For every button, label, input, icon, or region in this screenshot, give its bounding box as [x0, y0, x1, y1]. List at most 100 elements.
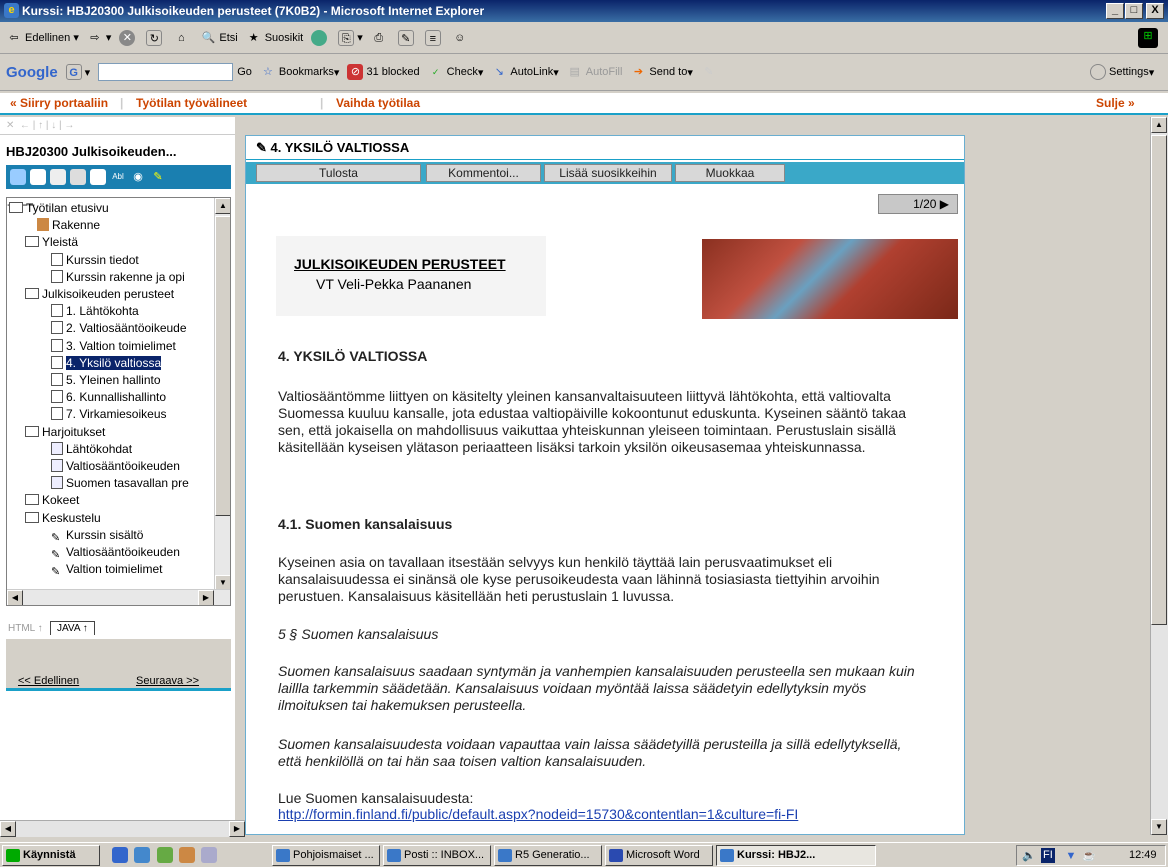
switch-workspace-link[interactable]: Vaihda työtilaa — [336, 93, 420, 113]
citizenship-link[interactable]: http://formin.finland.fi/public/default.… — [278, 806, 928, 823]
tree-item[interactable]: ✎ Valtion toimielimet — [51, 561, 162, 578]
discuss-button[interactable]: ≡ — [424, 29, 444, 46]
minimize-button[interactable]: _ — [1106, 3, 1124, 19]
print-action-button[interactable]: Tulosta — [256, 164, 421, 182]
task-pohjoismaiset[interactable]: Pohjoismaiset ... — [272, 845, 380, 866]
back-button[interactable]: ⇦ Edellinen ▾ — [6, 30, 78, 46]
tree-item[interactable]: ✎ Kurssin sisältö — [51, 527, 143, 544]
page-vertical-scrollbar[interactable]: ▲ ▼ — [1150, 117, 1168, 835]
text-icon[interactable]: Abl — [110, 169, 126, 185]
tree-item[interactable]: Työtilan etusivu — [9, 200, 109, 216]
edit-button[interactable]: ✎ — [397, 29, 417, 46]
language-indicator[interactable]: FI — [1041, 848, 1055, 863]
messenger-quicklaunch-icon[interactable] — [201, 847, 218, 863]
google-menu-button[interactable]: G ▾ — [65, 64, 90, 80]
tab-html[interactable]: HTML ↑ — [8, 623, 43, 634]
scroll-left-button[interactable]: ◀ — [7, 590, 23, 605]
spellcheck-button[interactable]: ✓ Check ▾ — [428, 64, 484, 80]
forward-button[interactable]: ⇨ ▾ — [87, 30, 111, 46]
delete-icon[interactable] — [90, 169, 106, 185]
view-icon[interactable]: ◉ — [130, 169, 146, 185]
maximize-button[interactable]: □ — [1125, 3, 1143, 19]
copy-icon[interactable] — [70, 169, 86, 185]
tab-java[interactable]: JAVA ↑ — [50, 621, 95, 635]
ie-quicklaunch-icon[interactable] — [112, 847, 128, 863]
tree-item[interactable]: Valtiosääntöoikeuden — [51, 458, 180, 474]
tree-item[interactable]: 5. Yleinen hallinto — [51, 372, 161, 388]
tree-item[interactable]: 1. Lähtökohta — [51, 303, 139, 319]
start-button[interactable]: Käynnistä — [2, 845, 100, 866]
highlight-button[interactable]: ✎ — [701, 64, 720, 80]
tree-item[interactable]: Kokeet — [25, 492, 79, 508]
close-portal-link[interactable]: Sulje » — [1096, 93, 1135, 113]
task-kurssi[interactable]: Kurssi: HBJ2... — [716, 845, 876, 866]
history-button[interactable]: ⎘ ▾ — [338, 29, 363, 46]
home-button[interactable]: ⌂ — [173, 30, 192, 46]
tree-item[interactable]: Lähtökohdat — [51, 441, 132, 457]
tree-item[interactable]: Kurssin tiedot — [51, 252, 139, 268]
task-r5[interactable]: R5 Generatio... — [494, 845, 602, 866]
task-posti[interactable]: Posti :: INBOX... — [383, 845, 491, 866]
tree-horizontal-scrollbar[interactable]: ◀ ▶ — [7, 589, 230, 605]
network-icon[interactable]: ▼ — [1063, 848, 1079, 864]
tree-item[interactable]: Kurssin rakenne ja opi — [51, 269, 185, 285]
outlook-icon[interactable] — [134, 847, 151, 863]
scroll-up-button[interactable]: ▲ — [215, 198, 230, 214]
tree-item[interactable]: 7. Virkamiesoikeus — [51, 406, 167, 422]
tree-item[interactable]: Julkisoikeuden perusteet — [25, 286, 174, 302]
tree-item[interactable]: Rakenne — [37, 217, 100, 233]
tree-vertical-scrollbar[interactable]: ▲ ▼ — [214, 198, 230, 591]
stop-button[interactable]: ✕ — [119, 29, 138, 46]
edit-pencil-icon[interactable]: ✎ — [150, 169, 166, 185]
page-scroll-thumb[interactable] — [1151, 135, 1167, 625]
task-word[interactable]: Microsoft Word — [605, 845, 713, 866]
edit-action-button[interactable]: Muokkaa — [675, 164, 785, 182]
tree-item[interactable]: 2. Valtiosääntöoikeude — [51, 320, 187, 336]
tree-item[interactable]: Suomen tasavallan pre — [51, 475, 189, 491]
next-link[interactable]: Seuraava >> — [136, 675, 199, 687]
left-horizontal-scrollbar[interactable]: ◀ ▶ — [0, 820, 245, 837]
close-button[interactable]: X — [1146, 3, 1164, 19]
tree-item[interactable]: 6. Kunnallishallinto — [51, 389, 166, 405]
google-search-input[interactable] — [98, 63, 234, 81]
scroll-right-button[interactable]: ▶ — [198, 590, 214, 605]
volume-icon[interactable]: 🔈 — [1021, 848, 1037, 864]
java-icon[interactable]: ☕ — [1081, 848, 1097, 864]
hscroll-left[interactable]: ◀ — [0, 821, 16, 837]
page-scroll-down[interactable]: ▼ — [1151, 819, 1167, 835]
tree-item[interactable]: ✎ Valtiosääntöoikeuden — [51, 544, 180, 561]
settings-button[interactable]: Settings ▾ — [1090, 64, 1154, 80]
autofill-button[interactable]: ▤ AutoFill — [567, 64, 623, 80]
folder-icon[interactable] — [30, 169, 46, 185]
print-button[interactable]: ⎙ — [371, 30, 390, 46]
tree-item[interactable]: Keskustelu — [25, 510, 101, 526]
hscroll-right[interactable]: ▶ — [229, 821, 245, 837]
media-player-icon[interactable] — [179, 847, 196, 863]
tree-item[interactable]: Harjoitukset — [25, 424, 105, 440]
comment-action-button[interactable]: Kommentoi... — [426, 164, 541, 182]
structure-icon[interactable] — [10, 169, 26, 185]
media-button[interactable] — [311, 29, 330, 46]
workspace-tools-link[interactable]: Työtilan työvälineet — [136, 93, 247, 113]
page-scroll-up[interactable]: ▲ — [1151, 117, 1167, 133]
go-button[interactable]: Go — [237, 66, 252, 78]
autolink-button[interactable]: ↘ AutoLink ▾ — [491, 64, 559, 80]
history-nav-arrows[interactable]: ✕ ← | ↑ | ↓ | → — [0, 117, 235, 135]
scroll-thumb[interactable] — [215, 216, 230, 516]
tree-item[interactable]: Yleistä — [25, 234, 78, 250]
document-icon[interactable] — [50, 169, 66, 185]
refresh-button[interactable]: ↻ — [146, 29, 165, 46]
bookmarks-button[interactable]: ☆ Bookmarks ▾ — [260, 64, 340, 80]
messenger-button[interactable]: ☺ — [452, 30, 471, 46]
portal-back-link[interactable]: « Siirry portaaliin — [10, 93, 108, 113]
favorites-button[interactable]: ★ Suosikit — [246, 30, 303, 46]
add-favorite-action-button[interactable]: Lisää suosikkeihin — [544, 164, 672, 182]
send-to-button[interactable]: ➔ Send to ▾ — [630, 64, 693, 80]
desktop-icon[interactable] — [156, 847, 173, 863]
previous-link[interactable]: << Edellinen — [18, 675, 79, 687]
page-indicator[interactable]: 1/20 ▶ — [878, 194, 958, 214]
tree-item[interactable]: 4. Yksilö valtiossa — [51, 355, 162, 371]
search-button[interactable]: 🔍 Etsi — [200, 30, 238, 46]
popup-blocker-button[interactable]: ⊘ 31 blocked — [347, 64, 420, 80]
tree-item[interactable]: 3. Valtion toimielimet — [51, 338, 176, 354]
